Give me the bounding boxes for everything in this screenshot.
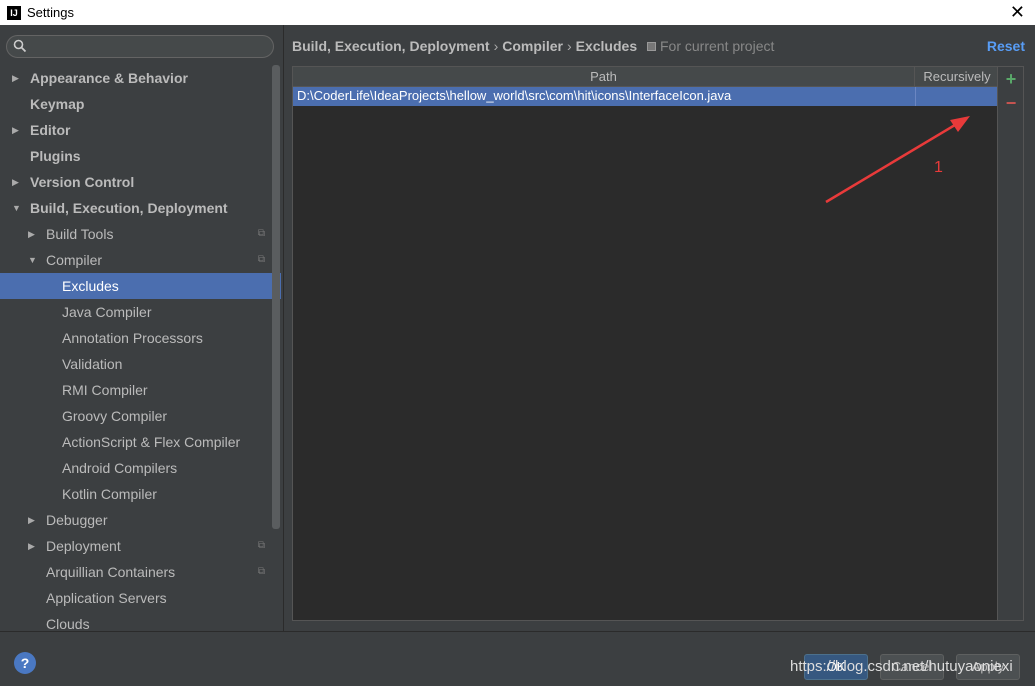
collapsed-arrow-icon[interactable]: ▶ [28,507,35,533]
sidebar-item-label: Debugger [46,512,108,528]
sidebar-item-application-servers[interactable]: Application Servers [0,585,281,611]
breadcrumb-item: Excludes [575,38,638,54]
table-header: Path Recursively [293,67,997,87]
sidebar-item-clouds[interactable]: Clouds [0,611,281,631]
breadcrumb-item: Compiler [502,38,563,54]
search-input[interactable] [31,38,267,55]
breadcrumb-item: Build, Execution, Deployment [292,38,490,54]
sidebar-item-actionscript-flex-compiler[interactable]: ActionScript & Flex Compiler [0,429,281,455]
breadcrumb-separator: › [566,38,572,54]
search-icon [13,39,27,53]
breadcrumb: Build, Execution, Deployment › Compiler › Ex… [292,38,774,54]
sidebar-item-groovy-compiler[interactable]: Groovy Compiler [0,403,281,429]
remove-icon[interactable]: − [1003,94,1019,112]
sidebar-item-label: Plugins [30,148,81,164]
window-title: Settings [27,5,74,20]
sidebar-item-build-execution-deployment[interactable]: ▼ Build, Execution, Deployment [0,195,281,221]
sidebar-item-label: Arquillian Containers [46,564,176,580]
expanded-arrow-icon[interactable]: ▼ [12,195,21,221]
reset-link[interactable]: Reset [987,38,1025,54]
column-header-path[interactable]: Path [293,67,915,86]
settings-sidebar: ▶ Appearance & Behavior Keymap ▶ Editor Plugi… [0,25,283,631]
sidebar-item-label: Deployment [46,538,121,554]
search-field[interactable] [6,35,274,58]
sidebar-item-label: Build Tools [46,226,114,242]
sidebar-item-build-tools[interactable]: ▶ Build Tools ⧉ [0,221,281,247]
path-cell[interactable]: D:\CoderLife\IdeaProjects\hellow_world\s… [297,87,913,105]
sidebar-item-arquillian-containers[interactable]: Arquillian Containers ⧉ [0,559,281,585]
sidebar-item-annotation-processors[interactable]: Annotation Processors [0,325,281,351]
sidebar-item-label: Application Servers [46,590,167,606]
sidebar-item-excludes[interactable]: Excludes [0,273,281,299]
sidebar-item-label: Groovy Compiler [62,408,168,424]
sidebar-item-deployment[interactable]: ▶ Deployment ⧉ [0,533,281,559]
excludes-table: Path Recursively D:\CoderLife\IdeaProjec… [292,66,998,621]
table-toolbar: + − [998,66,1024,621]
column-header-recursively[interactable]: Recursively [916,67,998,86]
project-scope-icon: ⧉ [257,540,265,551]
sidebar-item-version-control[interactable]: ▶ Version Control [0,169,281,195]
settings-tree: ▶ Appearance & Behavior Keymap ▶ Editor Plugi… [0,65,281,631]
watermark: https://blog.csdn.net/hutuyaoniexi [790,658,1013,675]
sidebar-item-editor[interactable]: ▶ Editor [0,117,281,143]
annotation-label: 1 [934,159,943,176]
sidebar-item-android-compilers[interactable]: Android Compilers [0,455,281,481]
sidebar-item-label: ActionScript & Flex Compiler [62,434,241,450]
collapsed-arrow-icon[interactable]: ▶ [28,221,35,247]
sidebar-item-compiler[interactable]: ▼ Compiler ⧉ [0,247,281,273]
sidebar-item-label: RMI Compiler [62,382,148,398]
sidebar-scrollbar[interactable] [272,65,280,529]
sidebar-item-label: Kotlin Compiler [62,486,157,502]
collapsed-arrow-icon[interactable]: ▶ [12,169,19,195]
sidebar-item-rmi-compiler[interactable]: RMI Compiler [0,377,281,403]
sidebar-item-label: Appearance & Behavior [30,70,188,86]
project-scope-icon: ⧉ [257,254,265,265]
sidebar-item-label: Build, Execution, Deployment [30,200,228,216]
dialog-footer: ? OK Cancel Apply https://blog.csdn.net/… [0,631,1035,686]
sidebar-item-label: Validation [62,356,123,372]
sidebar-item-label: Excludes [62,278,119,294]
main-panel: Build, Execution, Deployment › Compiler › Ex… [284,25,1035,631]
add-icon[interactable]: + [1003,70,1019,88]
project-scope-icon: ⧉ [257,566,265,577]
collapsed-arrow-icon[interactable]: ▶ [12,117,19,143]
collapsed-arrow-icon[interactable]: ▶ [28,533,35,559]
sidebar-item-label: Compiler [46,252,103,268]
expanded-arrow-icon[interactable]: ▼ [28,247,37,273]
help-icon[interactable]: ? [14,652,36,674]
sidebar-item-java-compiler[interactable]: Java Compiler [0,299,281,325]
sidebar-item-label: Version Control [30,174,135,190]
sidebar-item-kotlin-compiler[interactable]: Kotlin Compiler [0,481,281,507]
table-row[interactable]: D:\CoderLife\IdeaProjects\hellow_world\s… [293,87,997,106]
sidebar-item-label: Clouds [46,616,90,631]
collapsed-arrow-icon[interactable]: ▶ [12,65,19,91]
sidebar-item-label: Annotation Processors [62,330,203,346]
scope-label: For current project [660,38,775,54]
sidebar-item-appearance-behavior[interactable]: ▶ Appearance & Behavior [0,65,281,91]
breadcrumb-separator: › [493,38,499,54]
sidebar-item-validation[interactable]: Validation [0,351,281,377]
sidebar-item-label: Keymap [30,96,85,112]
project-scope-icon: ⧉ [257,228,265,239]
sidebar-item-label: Editor [30,122,71,138]
sidebar-item-plugins[interactable]: Plugins [0,143,281,169]
title-bar: IJ Settings ✕ [0,0,1035,25]
scope-hint: For current project [647,38,774,54]
intellij-logo-icon: IJ [7,5,21,20]
sidebar-item-label: Java Compiler [62,304,152,320]
close-icon[interactable]: ✕ [1010,2,1025,22]
recursively-cell[interactable] [915,87,998,106]
sidebar-item-debugger[interactable]: ▶ Debugger [0,507,281,533]
sidebar-item-keymap[interactable]: Keymap [0,91,281,117]
project-scope-icon [647,42,656,51]
sidebar-item-label: Android Compilers [62,460,178,476]
